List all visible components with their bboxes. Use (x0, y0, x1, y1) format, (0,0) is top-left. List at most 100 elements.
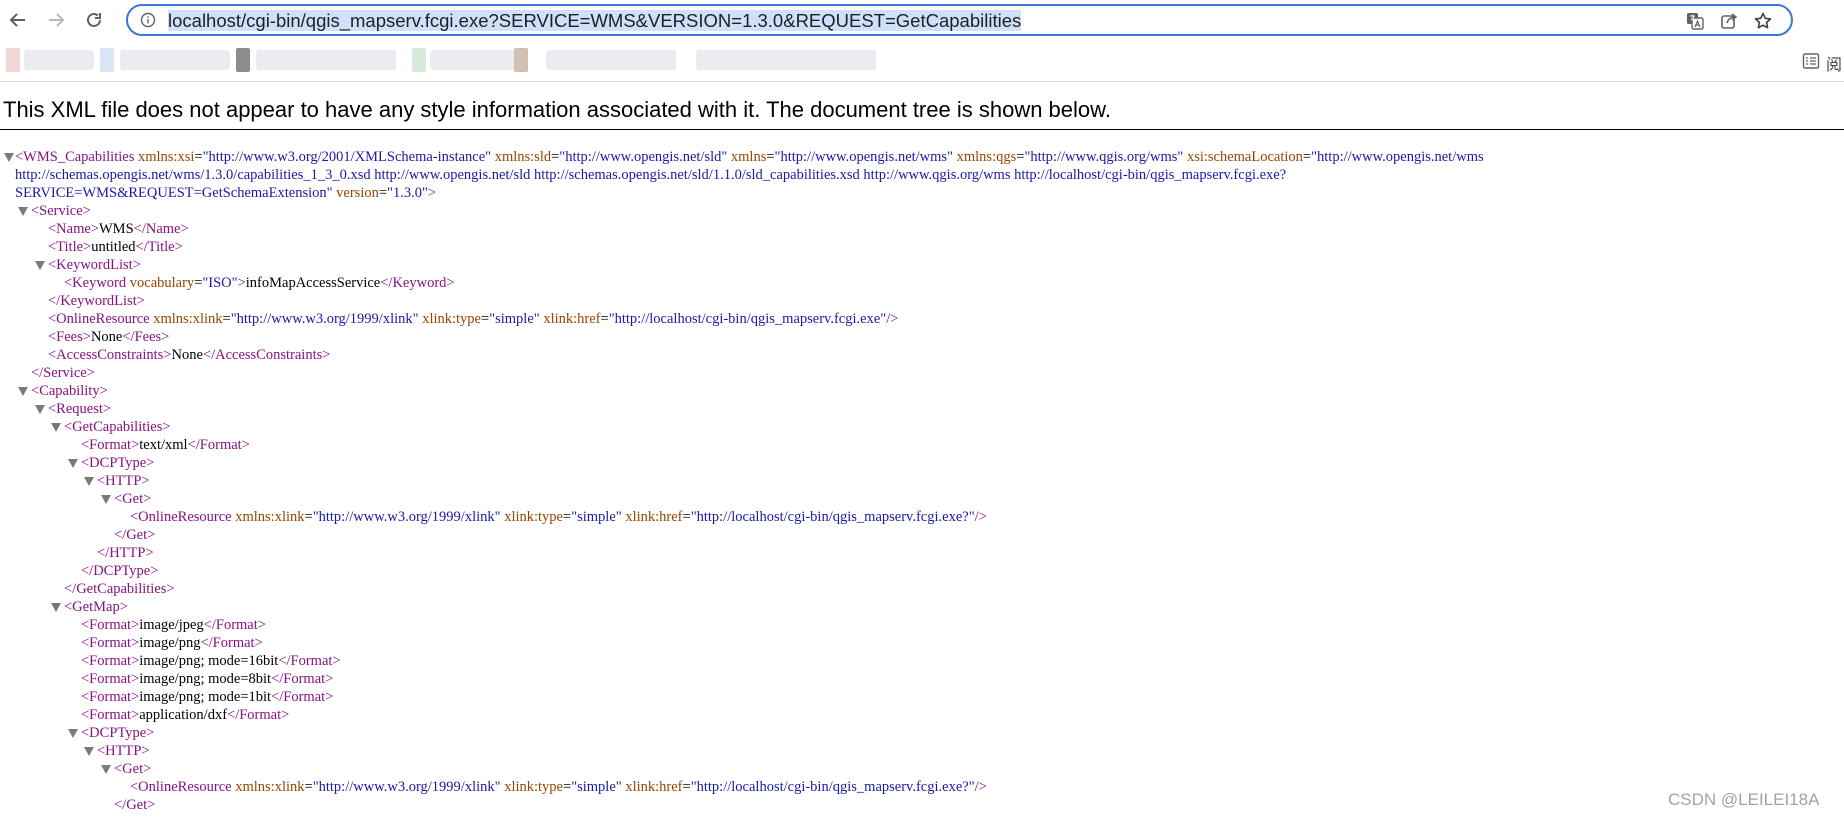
tag-name: <Format> (81, 617, 140, 633)
root-element-line: <WMS_Capabilities xmlns:xsi="http://www.… (15, 149, 1484, 165)
element-text: image/png; mode=8bit (139, 671, 272, 687)
element-text: infoMapAccessService (245, 275, 381, 291)
attr-value: SERVICE=WMS&REQUEST=GetSchemaExtension" (15, 185, 333, 201)
attr-value: "http://www.qgis.org/wms" (1024, 149, 1184, 165)
bookmark-item[interactable] (696, 50, 876, 70)
collapse-toggle-icon[interactable] (68, 729, 78, 738)
forward-button[interactable] (42, 6, 70, 34)
attr-name: xmlns:xsi (137, 149, 195, 165)
attr-name: xlink:href (625, 779, 683, 795)
element-text: text/xml (139, 437, 188, 453)
attr-value: "http://www.w3.org/1999/xlink" (312, 509, 501, 525)
translate-button[interactable] (1684, 10, 1706, 32)
tag-name: </Name> (133, 221, 189, 237)
get-close: </Get> (114, 797, 156, 813)
collapse-toggle-icon[interactable] (4, 153, 14, 162)
collapse-toggle-icon[interactable] (84, 477, 94, 486)
bookmark-item[interactable] (430, 50, 520, 70)
tag-name: </Format> (187, 437, 250, 453)
collapse-toggle-icon[interactable] (68, 459, 78, 468)
bookmark-favicon[interactable] (6, 48, 20, 72)
bookmark-star-button[interactable] (1752, 10, 1774, 32)
attr-value: "http://localhost/cgi-bin/qgis_mapserv.f… (690, 779, 975, 795)
bookmark-item[interactable] (256, 50, 396, 70)
attr-value: "simple" (571, 779, 622, 795)
address-bar[interactable]: localhost/cgi-bin/qgis_mapserv.fcgi.exe?… (126, 4, 1793, 36)
tag-name: </AccessConstraints> (202, 347, 331, 363)
tag-name: </Keyword> (380, 275, 455, 291)
tag-name: <Format> (81, 707, 140, 723)
translate-icon (1687, 13, 1704, 30)
attr-name: xlink:type (504, 779, 563, 795)
collapse-toggle-icon[interactable] (101, 765, 111, 774)
dcptype-open: <DCPType> (81, 725, 155, 741)
share-icon (1721, 13, 1738, 29)
tag-name: <Keyword (64, 275, 127, 291)
title-element: <Title>untitled</Title> (48, 238, 183, 256)
url-text[interactable]: localhost/cgi-bin/qgis_mapserv.fcgi.exe?… (168, 10, 1022, 31)
attr-name: xmlns:xlink (235, 509, 305, 525)
format-element: <Format>application/dxf</Format> (81, 706, 289, 724)
bookmark-favicon[interactable] (514, 48, 528, 72)
service-open: <Service> (31, 203, 91, 219)
bookmarks-bar (0, 42, 1844, 80)
collapse-toggle-icon[interactable] (51, 603, 61, 612)
bookmark-favicon[interactable] (236, 48, 250, 72)
attr-value: "http://www.opengis.net/sld" (559, 149, 728, 165)
element-text: image/jpeg (139, 617, 204, 633)
collapse-toggle-icon[interactable] (84, 747, 94, 756)
bookmark-item[interactable] (120, 50, 230, 70)
collapse-toggle-icon[interactable] (35, 405, 45, 414)
tag-name: </Format> (271, 671, 334, 687)
collapse-toggle-icon[interactable] (35, 261, 45, 270)
attr-name: xmlns:xlink (235, 779, 305, 795)
attr-name: xlink:type (504, 509, 563, 525)
element-text: application/dxf (139, 707, 228, 723)
attr-name: xmlns:sld (494, 149, 552, 165)
format-element: <Format>image/jpeg</Format> (81, 616, 266, 634)
attr-value: "http://www.w3.org/1999/xlink" (230, 311, 419, 327)
tag-name: <OnlineResource (130, 509, 232, 525)
collapse-toggle-icon[interactable] (101, 495, 111, 504)
getcapabilities-open: <GetCapabilities> (64, 419, 171, 435)
element-text: image/png (139, 635, 201, 651)
collapse-toggle-icon[interactable] (18, 387, 28, 396)
onlineresource-element: <OnlineResource xmlns:xlink="http://www.… (130, 509, 987, 525)
tag-name: <Format> (81, 689, 140, 705)
bookmark-favicon[interactable] (412, 48, 426, 72)
accessconstraints-element: <AccessConstraints>None</AccessConstrain… (48, 346, 330, 364)
tag-name: <Format> (81, 671, 140, 687)
tag-name: <Name> (48, 221, 99, 237)
reading-list-label[interactable]: 阅 (1826, 51, 1842, 75)
collapse-toggle-icon[interactable] (18, 207, 28, 216)
site-info-icon[interactable] (140, 12, 156, 28)
tag-bracket: /> (974, 779, 987, 795)
bookmark-favicon[interactable] (100, 48, 114, 72)
tag-name: <Format> (81, 437, 140, 453)
reload-icon (87, 12, 101, 27)
service-close: </Service> (31, 365, 95, 381)
bookmark-item[interactable] (546, 50, 676, 70)
attr-value: "1.3.0" (387, 185, 428, 201)
attr-name: xmlns:xlink (153, 311, 223, 327)
attr-name: xlink:href (625, 509, 683, 525)
reload-button[interactable] (80, 6, 108, 34)
element-text: None (90, 329, 123, 345)
schema-location-continued: http://schemas.opengis.net/wms/1.3.0/cap… (15, 167, 1287, 183)
attr-value: "simple" (571, 509, 622, 525)
share-button[interactable] (1718, 10, 1740, 32)
star-icon (1754, 12, 1772, 29)
format-element: <Format>text/xml</Format> (81, 436, 250, 454)
tag-name: </Format> (203, 617, 266, 633)
keywordlist-open: <KeywordList> (48, 257, 141, 273)
tag-name: <Format> (81, 635, 140, 651)
root-element-line-end: SERVICE=WMS&REQUEST=GetSchemaExtension" … (15, 185, 437, 201)
attr-name: xsi:schemaLocation (1186, 149, 1303, 165)
collapse-toggle-icon[interactable] (51, 423, 61, 432)
tag-name: <Title> (48, 239, 92, 255)
watermark: CSDN @LEILEI18A (1668, 790, 1820, 809)
back-button[interactable] (4, 6, 32, 34)
forward-arrow-icon (49, 13, 65, 27)
bookmark-item[interactable] (24, 50, 94, 70)
reading-list-icon[interactable] (1802, 52, 1820, 70)
